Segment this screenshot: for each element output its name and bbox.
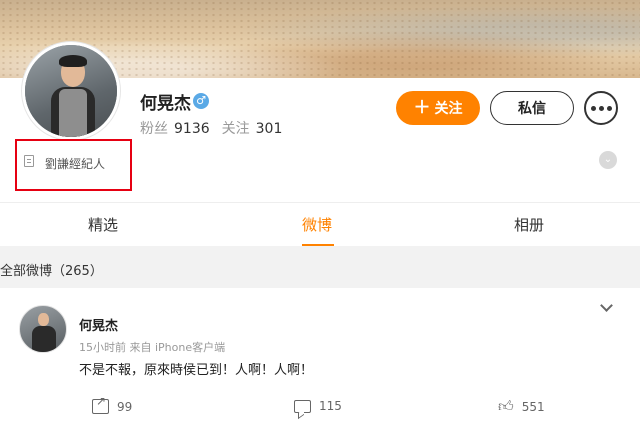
more-dot-icon (606, 105, 612, 111)
profile-avatar[interactable] (22, 42, 120, 140)
post-author-avatar[interactable] (19, 305, 67, 353)
post-text: 不是不報，原來時侯已到！人啊！人啊！ (79, 363, 314, 378)
document-icon (24, 155, 34, 167)
profile-tabs: 精选 微博 相册 (0, 202, 640, 246)
male-badge-icon: ♂ (193, 93, 209, 109)
like-count: 551 (521, 399, 545, 414)
profile-name: 何晃杰 (140, 94, 191, 114)
tab-album[interactable]: 相册 (514, 214, 544, 235)
profile-stats: 粉丝 9136 关注 301 (140, 118, 294, 138)
avatar-figure-body (32, 326, 56, 352)
expand-chevron-icon[interactable]: ⌄ (599, 151, 617, 169)
tab-weibo[interactable]: 微博 (302, 214, 332, 235)
comment-button[interactable]: 115 (294, 399, 342, 413)
avatar-figure-hair (59, 55, 87, 67)
repost-count: 99 (117, 399, 133, 414)
follow-button-label: 关注 (434, 101, 463, 117)
post-meta: 15小时前 来自 iPhone客户端 (79, 341, 226, 354)
chevron-down-icon[interactable] (600, 299, 613, 312)
more-options-button[interactable] (584, 91, 618, 125)
comment-icon (294, 399, 311, 413)
more-dot-icon (598, 105, 604, 111)
followers-count[interactable]: 9136 (174, 121, 210, 137)
avatar-figure-head (38, 313, 49, 326)
like-button[interactable]: 👍︎ 551 (498, 399, 545, 414)
follow-button[interactable]: ＋ 关注 (396, 91, 480, 125)
followers-label[interactable]: 粉丝 (140, 121, 168, 137)
all-weibo-title[interactable]: 全部微博（265） (0, 260, 103, 279)
share-icon (92, 394, 109, 414)
section-header: 全部微博（265） (0, 246, 640, 288)
message-button[interactable]: 私信 (490, 91, 574, 125)
profile-bio: 劉謙經紀人 (45, 157, 106, 171)
thumbs-up-icon: 👍︎ (498, 397, 514, 415)
plus-icon: ＋ (413, 97, 431, 118)
tab-featured[interactable]: 精选 (88, 214, 118, 235)
avatar-figure-vest (59, 89, 87, 137)
post-actions: 99 115 👍︎ 551 (0, 394, 640, 420)
more-dot-icon (590, 105, 596, 111)
following-count[interactable]: 301 (256, 121, 283, 137)
post-author-name[interactable]: 何晃杰 (79, 315, 118, 334)
weibo-post: 何晃杰 15小时前 来自 iPhone客户端 不是不報，原來時侯已到！人啊！人啊… (0, 288, 640, 427)
repost-button[interactable]: 99 (92, 394, 133, 414)
following-label[interactable]: 关注 (222, 121, 250, 137)
comment-count: 115 (319, 399, 342, 413)
